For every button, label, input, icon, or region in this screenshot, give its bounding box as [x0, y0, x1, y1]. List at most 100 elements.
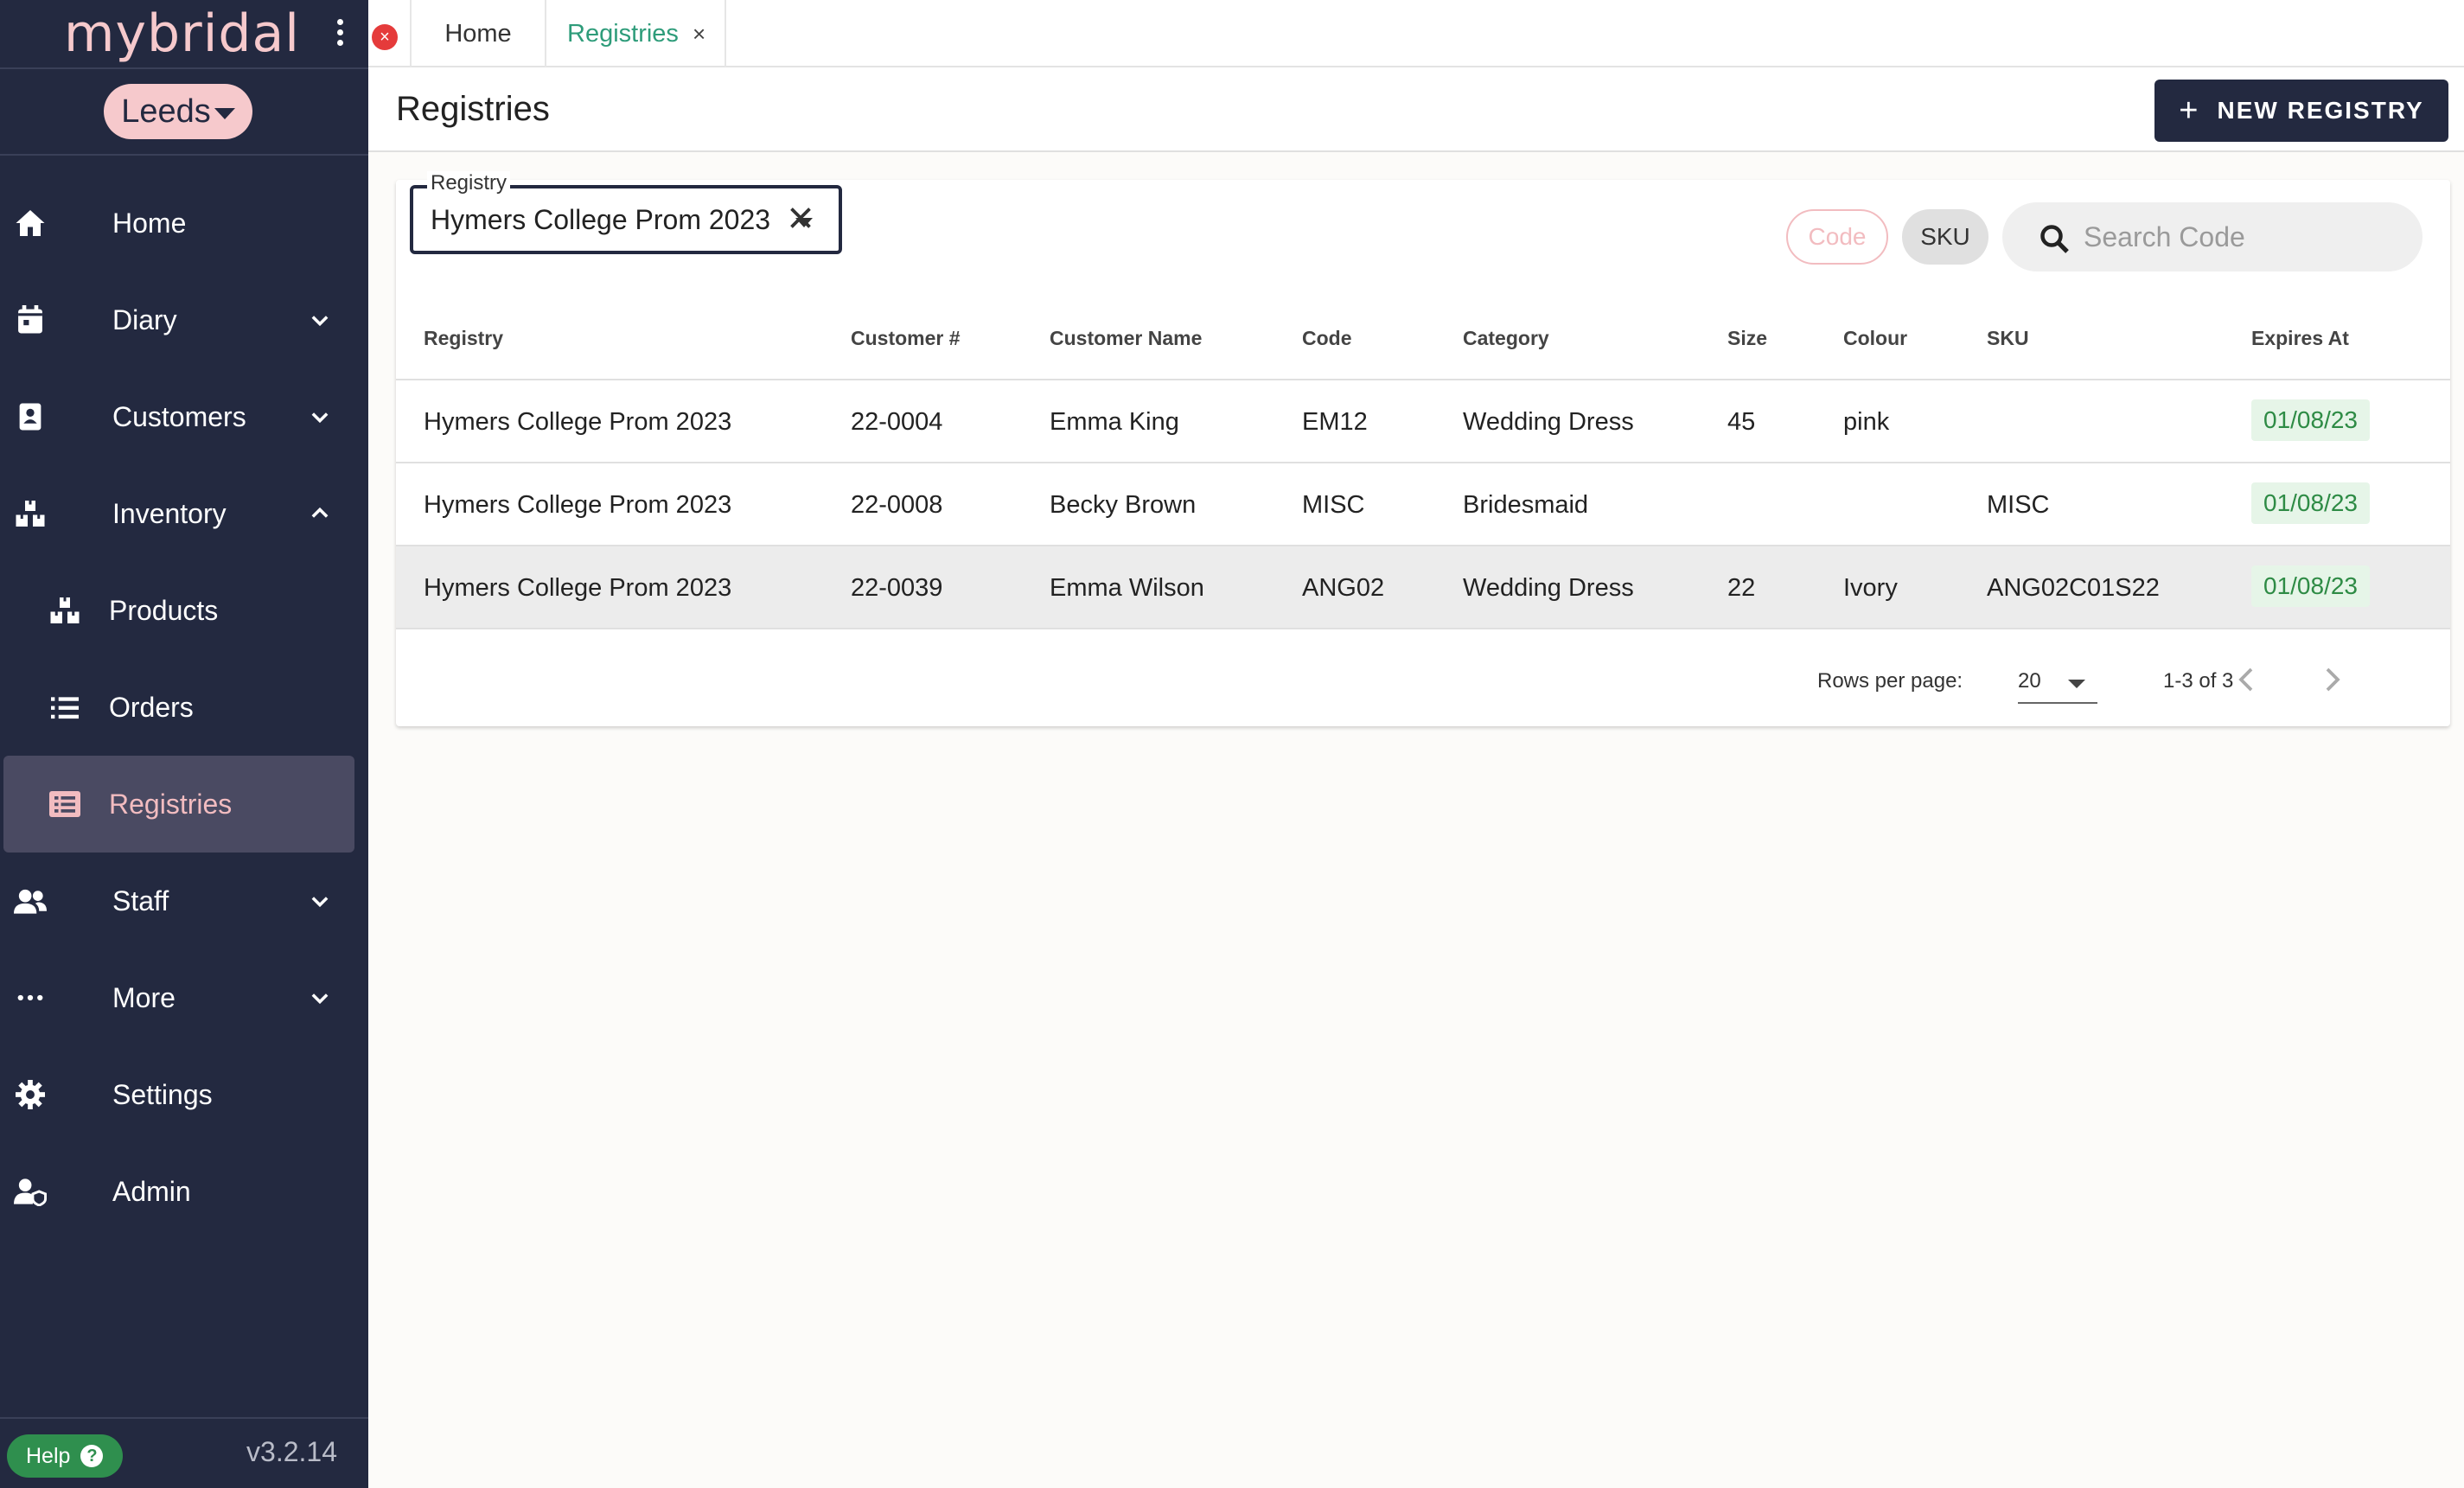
sidebar-item-admin[interactable]: Admin [0, 1143, 368, 1240]
sidebar-item-staff[interactable]: Staff [0, 853, 368, 949]
calendar-icon [14, 303, 47, 336]
cell-colour: pink [1843, 408, 1890, 436]
sidebar-item-label: More [112, 981, 176, 1013]
rows-per-page-label: Rows per page: [1817, 669, 1963, 693]
column-header[interactable]: Size [1727, 327, 1767, 350]
cell-customer-number: 22-0008 [851, 491, 943, 519]
column-header[interactable]: Category [1463, 327, 1549, 350]
app-logo[interactable]: mybridal [64, 3, 300, 64]
chevron-down-icon [311, 993, 329, 1005]
dropdown-arrow-icon [2068, 680, 2085, 688]
cell-sku: ANG02C01S22 [1987, 574, 2160, 602]
chevron-down-icon [311, 316, 329, 327]
cell-code: ANG02 [1302, 574, 1385, 602]
sidebar-item-products[interactable]: Products [0, 562, 368, 659]
tab-bar: × Home Registries × [368, 0, 2464, 67]
more-dots-icon [14, 981, 47, 1014]
close-all-tabs-icon[interactable]: × [372, 24, 398, 50]
search-box [2002, 202, 2423, 271]
filter-chip-sku[interactable]: SKU [1902, 209, 1988, 265]
sidebar-item-orders[interactable]: Orders [0, 659, 368, 756]
gear-icon [14, 1078, 47, 1111]
tab-home[interactable]: Home [410, 0, 546, 67]
pagination: Rows per page: 20 1-3 of 3 [396, 629, 2450, 725]
list-icon [48, 691, 81, 724]
dropdown-arrow-icon[interactable] [795, 218, 813, 227]
sidebar-footer: Help ? v3.2.14 [0, 1417, 368, 1488]
tab-label: Registries [567, 19, 679, 48]
table-header: Registry Customer # Customer Name Code C… [396, 292, 2450, 380]
cell-category: Bridesmaid [1463, 491, 1589, 519]
sidebar-item-label: Customers [112, 400, 246, 432]
column-header[interactable]: Customer # [851, 327, 961, 350]
kebab-menu-icon[interactable] [334, 19, 346, 50]
search-icon [2040, 225, 2069, 253]
app-version: v3.2.14 [246, 1436, 337, 1467]
sidebar-item-label: Orders [109, 691, 194, 723]
registry-select-value: Hymers College Prom 2023 [431, 204, 771, 235]
boxes-icon [48, 594, 81, 627]
column-header[interactable]: SKU [1987, 327, 2029, 350]
filter-chip-code[interactable]: Code [1786, 209, 1888, 265]
new-registry-label: NEW REGISTRY [2217, 97, 2424, 124]
table-row[interactable]: Hymers College Prom 2023 22-0004 Emma Ki… [396, 380, 2450, 463]
cell-registry: Hymers College Prom 2023 [424, 574, 732, 602]
column-header[interactable]: Expires At [2251, 327, 2349, 350]
rows-per-page-value: 20 [2018, 669, 2041, 693]
column-header[interactable]: Registry [424, 327, 503, 350]
store-row: Leeds [0, 69, 368, 156]
plus-icon: + [2179, 92, 2200, 129]
question-icon: ? [80, 1445, 104, 1467]
column-header[interactable]: Colour [1843, 327, 1907, 350]
column-header[interactable]: Customer Name [1050, 327, 1202, 350]
sidebar-item-label: Registries [109, 788, 233, 820]
expiry-badge: 01/08/23 [2251, 482, 2370, 524]
admin-user-icon [14, 1175, 47, 1208]
cell-sku: MISC [1987, 491, 2050, 519]
store-name: Leeds [121, 93, 211, 130]
registry-select-label: Registry [427, 171, 511, 195]
table-row[interactable]: Hymers College Prom 2023 22-0039 Emma Wi… [396, 546, 2450, 629]
next-page-button[interactable] [2317, 664, 2348, 695]
sidebar-item-label: Settings [112, 1078, 213, 1110]
help-button[interactable]: Help ? [7, 1434, 123, 1478]
sidebar-item-inventory[interactable]: Inventory [0, 465, 368, 562]
rows-per-page-select[interactable]: 20 [2018, 661, 2097, 704]
sidebar-item-diary[interactable]: Diary [0, 271, 368, 368]
store-selector[interactable]: Leeds [104, 84, 252, 139]
sidebar-item-registries[interactable]: Registries [3, 756, 354, 853]
registry-list-icon [48, 788, 81, 821]
close-tab-icon[interactable]: × [693, 21, 705, 48]
cell-code: EM12 [1302, 408, 1368, 436]
cell-colour: Ivory [1843, 574, 1898, 602]
previous-page-button[interactable] [2231, 664, 2262, 695]
tab-registries[interactable]: Registries × [545, 0, 726, 67]
help-label: Help [26, 1443, 71, 1468]
sidebar-item-label: Inventory [112, 497, 227, 529]
chevron-up-icon [311, 507, 329, 518]
expiry-badge: 01/08/23 [2251, 565, 2370, 607]
table-row[interactable]: Hymers College Prom 2023 22-0008 Becky B… [396, 463, 2450, 546]
registry-table: Registry Customer # Customer Name Code C… [396, 292, 2450, 629]
expiry-badge: 01/08/23 [2251, 399, 2370, 441]
sidebar-item-settings[interactable]: Settings [0, 1046, 368, 1143]
caret-down-icon [214, 107, 235, 119]
new-registry-button[interactable]: + NEW REGISTRY [2154, 80, 2448, 142]
sidebar-item-more[interactable]: More [0, 949, 368, 1046]
cell-customer-name: Emma Wilson [1050, 574, 1204, 602]
contact-book-icon [14, 400, 47, 433]
page-header: Registries + NEW REGISTRY [368, 67, 2464, 152]
sidebar-item-customers[interactable]: Customers [0, 368, 368, 465]
registry-items-card: Registry Hymers College Prom 2023 Code S… [396, 171, 2450, 726]
cell-registry: Hymers College Prom 2023 [424, 491, 732, 519]
chevron-down-icon [311, 897, 329, 908]
tab-label: Home [444, 19, 512, 48]
cell-code: MISC [1302, 491, 1365, 519]
page-title: Registries [396, 90, 550, 128]
sidebar-item-home[interactable]: Home [0, 175, 368, 271]
sidebar-item-label: Admin [112, 1175, 191, 1207]
column-header[interactable]: Code [1302, 327, 1352, 350]
chevron-right-icon [2326, 667, 2340, 692]
search-input[interactable] [2084, 216, 2395, 258]
registry-select[interactable]: Registry Hymers College Prom 2023 [410, 171, 842, 254]
